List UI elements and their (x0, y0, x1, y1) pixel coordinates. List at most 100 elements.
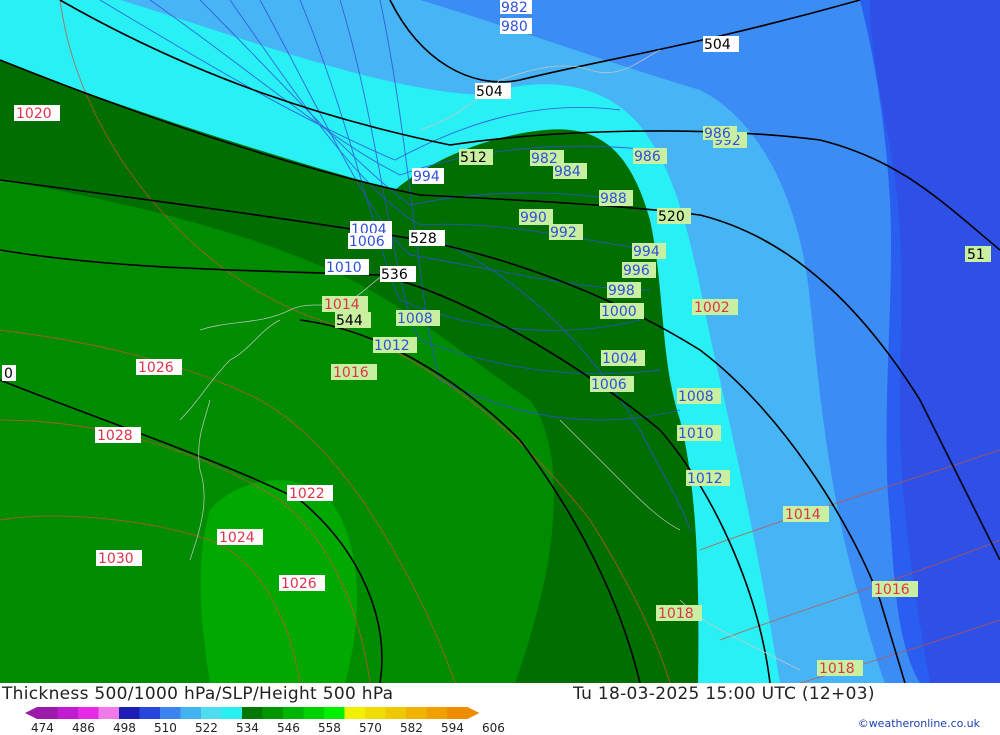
blue-label: 1008 (396, 310, 440, 327)
blue-label: 994 (412, 168, 444, 185)
blue-label: 1012 (686, 470, 730, 487)
blue-label: 1004 (601, 350, 645, 367)
svg-text:988: 988 (600, 191, 627, 207)
scale-swatch (426, 707, 448, 719)
svg-text:1016: 1016 (874, 582, 910, 598)
blue-label: 1012 (373, 337, 417, 354)
color-scale-bar (25, 707, 480, 719)
svg-text:1024: 1024 (219, 530, 255, 546)
blue-label: 990 (519, 209, 553, 226)
height-label: 504 (703, 36, 739, 53)
svg-text:1006: 1006 (349, 234, 385, 250)
scale-swatch (180, 707, 202, 719)
svg-text:986: 986 (634, 149, 661, 165)
blue-label: 988 (599, 190, 633, 207)
scale-swatch (324, 707, 345, 719)
red-label: 1018 (656, 605, 702, 622)
weather-map: 982 980 994 1004 1006 1010 1008 1012 990… (0, 0, 1000, 683)
svg-text:1030: 1030 (98, 551, 134, 567)
red-label: 1022 (287, 485, 333, 502)
scale-arrow-left (25, 707, 37, 719)
blue-label: 1008 (677, 388, 721, 405)
red-label: 1030 (96, 550, 142, 567)
blue-label: 1006 (590, 376, 634, 393)
svg-text:51: 51 (967, 247, 985, 263)
blue-label: 1010 (677, 425, 721, 442)
height-label: 528 (409, 230, 445, 247)
height-label: 504 (475, 83, 511, 100)
blue-label: 992 (549, 224, 583, 241)
svg-text:1002: 1002 (694, 300, 730, 316)
svg-text:1008: 1008 (678, 389, 714, 405)
height-label: 51 (965, 246, 991, 263)
svg-text:992: 992 (550, 225, 577, 241)
scale-swatch (98, 707, 120, 719)
svg-text:996: 996 (623, 263, 650, 279)
height-label: 520 (657, 208, 691, 225)
scale-swatch (119, 707, 140, 719)
svg-text:1012: 1012 (687, 471, 723, 487)
svg-text:1012: 1012 (374, 338, 410, 354)
valid-time: Tu 18-03-2025 15:00 UTC (12+03) (573, 684, 875, 704)
svg-text:0: 0 (4, 366, 13, 382)
height-label: 544 (335, 312, 371, 329)
svg-text:1020: 1020 (16, 106, 52, 122)
svg-text:1028: 1028 (97, 428, 133, 444)
svg-text:982: 982 (501, 0, 528, 16)
credit-link[interactable]: ©weatheronline.co.uk (858, 717, 980, 730)
svg-text:1018: 1018 (819, 661, 855, 677)
scale-swatch (406, 707, 427, 719)
svg-text:1010: 1010 (326, 260, 362, 276)
svg-text:994: 994 (413, 169, 440, 185)
blue-label: 986 (703, 126, 737, 142)
svg-text:1010: 1010 (678, 426, 714, 442)
svg-text:986: 986 (704, 126, 731, 142)
svg-text:536: 536 (381, 267, 408, 283)
svg-text:1016: 1016 (333, 365, 369, 381)
svg-text:512: 512 (460, 150, 487, 166)
blue-label: 994 (632, 243, 666, 260)
scale-swatch (262, 707, 284, 719)
svg-text:528: 528 (410, 231, 437, 247)
svg-text:990: 990 (520, 210, 547, 226)
svg-text:544: 544 (336, 313, 363, 329)
scale-swatch (160, 707, 181, 719)
svg-text:504: 504 (476, 84, 503, 100)
scale-swatch (365, 707, 386, 719)
red-label: 1028 (95, 427, 141, 444)
footer: Thickness 500/1000 hPa/SLP/Height 500 hP… (0, 683, 1000, 735)
scale-swatch (201, 707, 222, 719)
scale-swatch (385, 707, 407, 719)
blue-label: 1006 (348, 233, 392, 250)
scale-swatch (57, 707, 79, 719)
blue-label: 1000 (600, 303, 644, 320)
height-label: 0 (2, 365, 16, 382)
scale-swatch (283, 707, 304, 719)
scale-swatch (221, 707, 243, 719)
svg-text:1026: 1026 (138, 360, 174, 376)
blue-label: 996 (622, 262, 656, 279)
svg-text:1018: 1018 (658, 606, 694, 622)
blue-label: 1010 (325, 259, 369, 276)
red-label: 1014 (783, 506, 829, 523)
scale-swatch (447, 707, 468, 719)
blue-label: 998 (607, 282, 641, 299)
svg-text:1004: 1004 (602, 351, 638, 367)
svg-text:1026: 1026 (281, 576, 317, 592)
svg-text:1006: 1006 (591, 377, 627, 393)
blue-label: 980 (500, 18, 532, 35)
scale-swatch (344, 707, 366, 719)
scale-swatch (139, 707, 161, 719)
red-label: 1024 (217, 529, 263, 546)
height-label: 512 (459, 149, 493, 166)
svg-text:984: 984 (554, 164, 581, 180)
thickness-band-bright-green (200, 480, 357, 683)
red-label: 1026 (279, 575, 325, 592)
red-label: 1002 (692, 299, 738, 316)
red-label: 1018 (817, 660, 863, 677)
svg-text:1014: 1014 (785, 507, 821, 523)
scale-swatch (303, 707, 325, 719)
red-label: 1016 (872, 581, 918, 598)
svg-text:1014: 1014 (324, 297, 360, 313)
scale-swatch (37, 707, 58, 719)
